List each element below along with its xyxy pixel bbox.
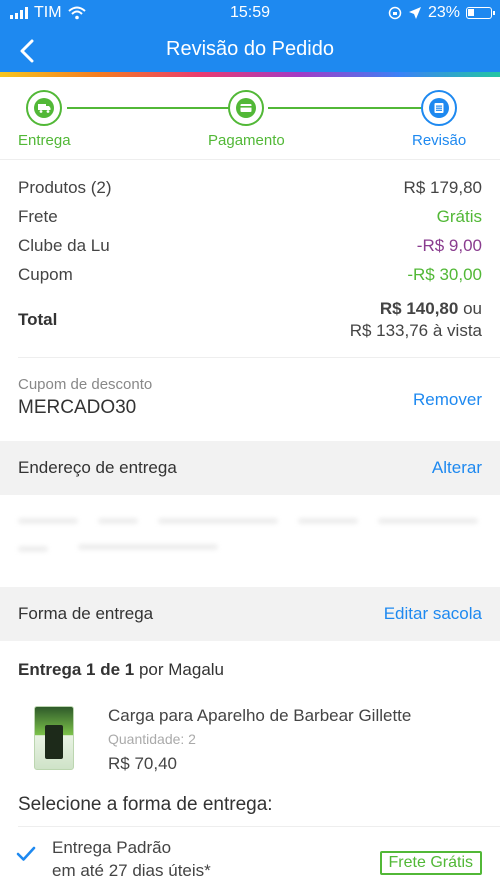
delivery-method-title: Selecione a forma de entrega: bbox=[18, 794, 273, 815]
step-entrega-label: Entrega bbox=[18, 132, 71, 149]
step-revisao[interactable]: Revisão bbox=[412, 90, 466, 149]
coupon-discount-label: Cupom bbox=[18, 265, 73, 284]
order-summary: Produtos (2) R$ 179,80 Frete Grátis Club… bbox=[18, 178, 482, 342]
club-label: Clube da Lu bbox=[18, 236, 110, 255]
delivery-heading: Entrega 1 de 1 por Magalu bbox=[18, 660, 224, 680]
address-section-header: Endereço de entrega Alterar bbox=[0, 441, 500, 495]
step-pagamento-label: Pagamento bbox=[208, 132, 285, 149]
total-label: Total bbox=[18, 310, 58, 329]
coupon-block: Cupom de desconto MERCADO30 Remover bbox=[18, 376, 482, 426]
battery-percent: 23% bbox=[427, 4, 460, 21]
page-title: Revisão do Pedido bbox=[166, 38, 334, 60]
summary-row-products: Produtos (2) R$ 179,80 bbox=[18, 178, 482, 207]
product-name: Carga para Aparelho de Barbear Gillette bbox=[108, 706, 412, 725]
product-quantity: Quantidade: 2 bbox=[108, 731, 196, 747]
checkout-steps: Entrega Pagamento Revisão bbox=[0, 77, 500, 160]
status-bar: TIM 15:59 23% bbox=[0, 0, 500, 28]
product-image bbox=[34, 706, 74, 770]
edit-bag-button[interactable]: Editar sacola bbox=[384, 604, 482, 624]
delivery-seller: por Magalu bbox=[138, 660, 225, 679]
total-values: R$ 140,80 ou R$ 133,76 à vista bbox=[350, 298, 482, 342]
delivery-option-title: Entrega Padrão bbox=[52, 838, 172, 857]
truck-icon bbox=[34, 98, 55, 118]
status-right: 23% bbox=[388, 4, 495, 22]
remove-coupon-button[interactable]: Remover bbox=[413, 390, 482, 410]
delivery-option-deadline: em até 27 dias úteis* bbox=[52, 861, 211, 880]
document-icon bbox=[429, 98, 450, 118]
total-cash: R$ 133,76 à vista bbox=[349, 321, 482, 340]
summary-row-shipping: Frete Grátis bbox=[18, 207, 482, 236]
check-icon bbox=[16, 846, 36, 861]
step-entrega-circle bbox=[26, 90, 63, 126]
step-pagamento-circle bbox=[228, 90, 265, 126]
delivery-section-label: Forma de entrega bbox=[18, 604, 154, 623]
shipping-value: Grátis bbox=[436, 207, 482, 226]
summary-row-total: Total R$ 140,80 ou R$ 133,76 à vista bbox=[18, 298, 482, 342]
rotation-lock-icon bbox=[388, 6, 402, 20]
step-pagamento[interactable]: Pagamento bbox=[208, 90, 285, 149]
total-value: R$ 140,80 bbox=[379, 299, 459, 318]
delivery-section-header: Forma de entrega Editar sacola bbox=[0, 587, 500, 641]
delivery-option-standard[interactable]: Entrega Padrão em até 27 dias úteis* Fre… bbox=[0, 828, 500, 889]
battery-icon bbox=[466, 7, 495, 19]
step-revisao-circle bbox=[421, 90, 458, 126]
delivery-count: Entrega 1 de 1 bbox=[18, 660, 135, 679]
products-label: Produtos (2) bbox=[18, 178, 112, 197]
total-or: ou bbox=[463, 299, 482, 318]
products-value: R$ 179,80 bbox=[403, 178, 482, 197]
product-price: R$ 70,40 bbox=[108, 754, 177, 773]
shipping-label: Frete bbox=[18, 207, 58, 226]
divider bbox=[18, 826, 500, 827]
address-redacted bbox=[18, 510, 482, 570]
change-address-button[interactable]: Alterar bbox=[432, 458, 482, 478]
club-value: -R$ 9,00 bbox=[416, 236, 482, 255]
coupon-discount-value: -R$ 30,00 bbox=[407, 265, 482, 284]
step-connector bbox=[268, 107, 423, 109]
card-icon bbox=[236, 98, 257, 118]
product-item: Carga para Aparelho de Barbear Gillette … bbox=[18, 706, 482, 776]
free-shipping-badge: Frete Grátis bbox=[379, 851, 482, 875]
summary-row-club: Clube da Lu -R$ 9,00 bbox=[18, 236, 482, 265]
step-entrega[interactable]: Entrega bbox=[18, 90, 71, 149]
app-header: Revisão do Pedido bbox=[0, 28, 500, 72]
step-revisao-label: Revisão bbox=[412, 132, 467, 149]
summary-row-coupon: Cupom -R$ 30,00 bbox=[18, 265, 482, 294]
location-icon bbox=[408, 7, 421, 19]
address-section-label: Endereço de entrega bbox=[18, 458, 177, 477]
divider bbox=[18, 357, 500, 358]
